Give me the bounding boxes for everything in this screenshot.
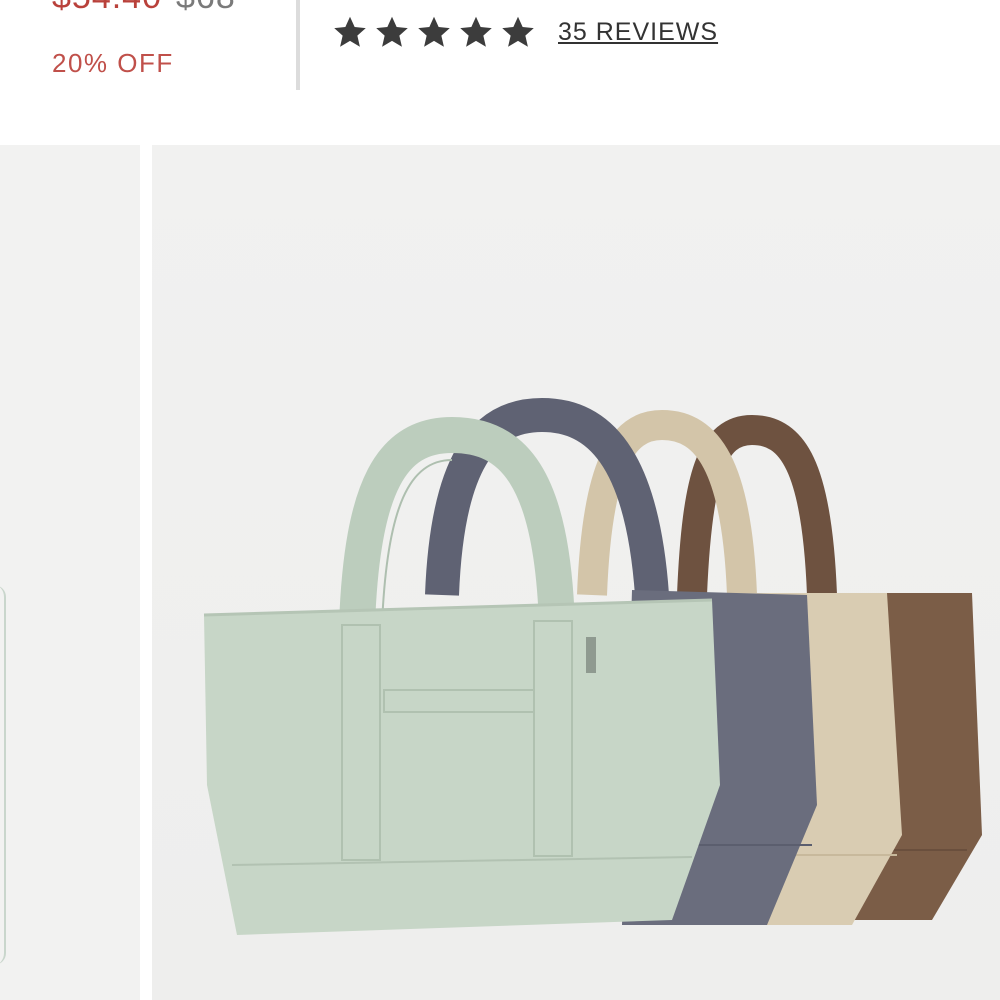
star-icon (334, 16, 366, 47)
divider (296, 0, 300, 90)
star-icon (460, 16, 492, 47)
star-icon (418, 16, 450, 47)
star-icon (376, 16, 408, 47)
bag-edge (0, 585, 6, 965)
rating[interactable]: 35 REVIEWS (332, 14, 718, 50)
main-product-image[interactable] (152, 145, 1000, 1000)
price-row: $54.40 $68 (52, 0, 236, 17)
price-block: $54.40 $68 (52, 0, 236, 17)
discount-badge: 20% OFF (52, 48, 174, 78)
original-price: $68 (176, 0, 236, 17)
star-icon (502, 16, 534, 47)
star-rating (332, 14, 536, 50)
tote-bags-illustration (203, 397, 982, 935)
product-gallery[interactable] (0, 145, 1000, 1000)
reviews-link[interactable]: 35 REVIEWS (558, 18, 718, 47)
sale-price: $54.40 (52, 0, 162, 17)
previous-image-thumbnail[interactable] (0, 145, 140, 1000)
product-page: $54.40 $68 20% OFF 35 REVIEWS (0, 0, 1000, 1000)
